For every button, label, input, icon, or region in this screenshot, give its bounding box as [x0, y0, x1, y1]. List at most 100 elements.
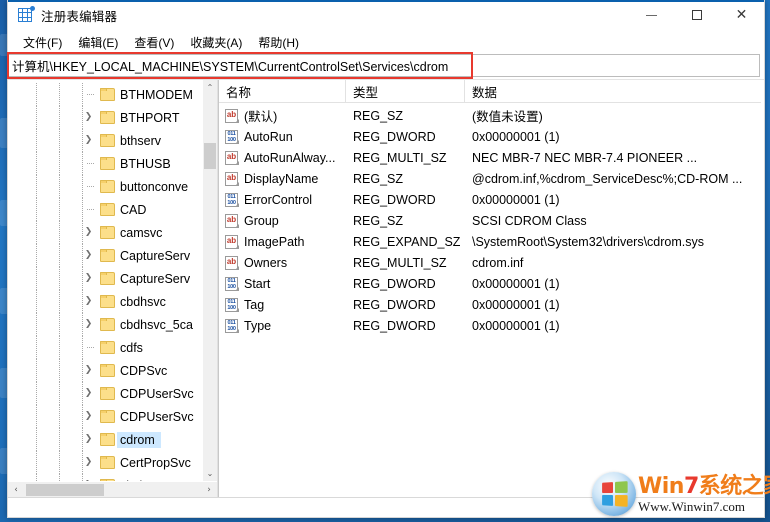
tree-item-cdpsvc[interactable]: ❯ CDPSvc — [8, 359, 202, 382]
tree-item-bthserv[interactable]: ❯ bthserv — [8, 129, 202, 152]
tree-item-label: CaptureServ — [120, 248, 191, 263]
tree-leaf-connector — [87, 186, 95, 187]
chevron-right-icon[interactable]: ❯ — [82, 272, 95, 285]
tree-item-captureserv[interactable]: ❯ CaptureServ — [8, 244, 202, 267]
value-type: REG_SZ — [353, 213, 404, 228]
menu-item-favorites[interactable]: 收藏夹(A) — [182, 32, 250, 53]
value-name-cell: 011 100 ErrorControl — [219, 192, 346, 207]
tree-item-label: cdrom — [117, 431, 161, 448]
tree-item-bthusb[interactable]: BTHUSB — [8, 152, 202, 175]
value-row[interactable]: ab Group REG_SZ SCSI CDROM Class — [219, 210, 761, 231]
value-name-cell: ab Group — [219, 213, 346, 228]
chevron-right-icon[interactable]: ❯ — [82, 410, 95, 423]
value-data: 0x00000001 (1) — [472, 192, 560, 207]
tree-item-label: CAD — [120, 202, 147, 217]
menu-item-help[interactable]: 帮助(H) — [250, 32, 307, 53]
minimize-button[interactable] — [629, 0, 674, 31]
maximize-button[interactable] — [674, 0, 719, 31]
value-name: Owners — [244, 255, 288, 270]
value-row[interactable]: 011 100 AutoRun REG_DWORD 0x00000001 (1) — [219, 126, 761, 147]
tree-scroll-area: BTHMODEM ❯ BTHPORT ❯ bthserv BTHUSB buttonconv… — [8, 80, 217, 481]
scroll-left-icon[interactable]: ‹ — [8, 485, 24, 495]
tree-item-circlass[interactable]: ❯circlass — [8, 474, 202, 481]
value-name-cell: 011 100 AutoRun — [219, 129, 346, 144]
chevron-right-icon[interactable]: ❯ — [82, 364, 95, 377]
tree-item-cbdhsvc[interactable]: ❯ cbdhsvc — [8, 290, 202, 313]
string-value-icon: ab — [225, 234, 239, 249]
column-header-type[interactable]: 类型 — [346, 80, 465, 102]
tree-item-cdfs[interactable]: cdfs — [8, 336, 202, 359]
tree-item-certpropsvc[interactable]: ❯ CertPropSvc — [8, 451, 202, 474]
tree-item-captureserv[interactable]: ❯ CaptureServ — [8, 267, 202, 290]
registry-path-input[interactable]: 计算机\HKEY_LOCAL_MACHINE\SYSTEM\CurrentCon… — [8, 54, 760, 77]
menu-item-view[interactable]: 查看(V) — [126, 32, 182, 53]
tree-item-label: CertPropSvc — [120, 455, 191, 470]
folder-icon — [100, 456, 115, 469]
menu-item-file[interactable]: 文件(F) — [15, 32, 70, 53]
value-row[interactable]: ab ImagePath REG_EXPAND_SZ \SystemRoot\Syst… — [219, 231, 761, 252]
column-header-data[interactable]: 数据 — [465, 80, 761, 102]
tree-leaf-connector — [87, 209, 95, 210]
tree-item-cdrom[interactable]: ❯ cdrom — [8, 428, 202, 451]
tree-vscroll-thumb[interactable] — [204, 143, 216, 169]
tree-item-label: bthserv — [120, 133, 161, 148]
scroll-right-icon[interactable]: › — [201, 485, 217, 495]
value-data: cdrom.inf — [472, 255, 524, 270]
tree-item-label: cdfs — [120, 340, 143, 355]
tree-item-camsvc[interactable]: ❯ camsvc — [8, 221, 202, 244]
tree-hscroll-thumb[interactable] — [26, 483, 104, 496]
tree-vertical-scrollbar[interactable]: ⌃ ⌄ — [202, 80, 217, 481]
chevron-right-icon[interactable]: ❯ — [82, 387, 95, 400]
scroll-down-icon[interactable]: ⌄ — [203, 466, 217, 481]
value-row[interactable]: ab Owners REG_MULTI_SZ cdrom.inf — [219, 252, 761, 273]
chevron-right-icon[interactable]: ❯ — [82, 134, 95, 147]
value-data: 0x00000001 (1) — [472, 276, 560, 291]
value-row[interactable]: ab DisplayName REG_SZ @cdrom.inf,%cdrom_Ser… — [219, 168, 761, 189]
value-row[interactable]: 011 100 Start REG_DWORD 0x00000001 (1) — [219, 273, 761, 294]
dword-value-icon: 011 100 — [225, 129, 239, 144]
chevron-right-icon[interactable]: ❯ — [82, 456, 95, 469]
chevron-right-icon[interactable]: ❯ — [82, 226, 95, 239]
string-value-icon: ab — [225, 171, 239, 186]
value-type: REG_DWORD — [353, 297, 436, 312]
tree-hscroll-track[interactable] — [24, 482, 201, 498]
string-value-icon: ab — [225, 108, 239, 123]
menu-bar: 文件(F) 编辑(E) 查看(V) 收藏夹(A) 帮助(H) — [8, 31, 764, 53]
tree-vscroll-track[interactable] — [203, 95, 217, 466]
folder-icon — [100, 318, 115, 331]
value-row[interactable]: 011 100 ErrorControl REG_DWORD 0x00000001 (1… — [219, 189, 761, 210]
tree-horizontal-scrollbar[interactable]: ‹ › — [8, 481, 217, 497]
tree-item-label: BTHPORT — [120, 110, 180, 125]
folder-icon — [100, 203, 115, 216]
title-bar: 注册表编辑器 ✕ — [8, 0, 764, 31]
chevron-right-icon[interactable]: ❯ — [82, 433, 95, 446]
chevron-right-icon[interactable]: ❯ — [82, 318, 95, 331]
tree-item-cbdhsvc-5ca[interactable]: ❯ cbdhsvc_5ca — [8, 313, 202, 336]
tree-item-label: CaptureServ — [120, 271, 191, 286]
value-row[interactable]: ab (默认) REG_SZ (数值未设置) — [219, 105, 761, 126]
tree-item-cdpusersvc[interactable]: ❯ CDPUserSvc — [8, 405, 202, 428]
tree-item-buttonconve[interactable]: buttonconve — [8, 175, 202, 198]
registry-icon — [18, 6, 35, 23]
tree-item-cdpusersvc[interactable]: ❯ CDPUserSvc — [8, 382, 202, 405]
main-content-area: BTHMODEM ❯ BTHPORT ❯ bthserv BTHUSB buttonconv… — [8, 79, 764, 497]
chevron-right-icon[interactable]: ❯ — [82, 295, 95, 308]
value-data: 0x00000001 (1) — [472, 129, 560, 144]
value-row[interactable]: 011 100 Tag REG_DWORD 0x00000001 (1) — [219, 294, 761, 315]
scroll-up-icon[interactable]: ⌃ — [203, 80, 217, 95]
menu-item-edit[interactable]: 编辑(E) — [70, 32, 126, 53]
registry-tree-list: BTHMODEM ❯ BTHPORT ❯ bthserv BTHUSB buttonconv… — [8, 80, 202, 481]
value-data: 0x00000001 (1) — [472, 297, 560, 312]
value-name-cell: ab ImagePath — [219, 234, 346, 249]
chevron-right-icon[interactable]: ❯ — [82, 111, 95, 124]
column-header-name[interactable]: 名称 — [219, 80, 346, 102]
tree-item-bthport[interactable]: ❯ BTHPORT — [8, 106, 202, 129]
folder-icon — [100, 364, 115, 377]
window-title: 注册表编辑器 — [41, 9, 118, 24]
value-row[interactable]: ab AutoRunAlway... REG_MULTI_SZ NEC MBR-7 N… — [219, 147, 761, 168]
close-button[interactable]: ✕ — [719, 0, 764, 31]
chevron-right-icon[interactable]: ❯ — [82, 249, 95, 262]
tree-item-cad[interactable]: CAD — [8, 198, 202, 221]
value-row[interactable]: 011 100 Type REG_DWORD 0x00000001 (1) — [219, 315, 761, 336]
tree-item-bthmodem[interactable]: BTHMODEM — [8, 83, 202, 106]
